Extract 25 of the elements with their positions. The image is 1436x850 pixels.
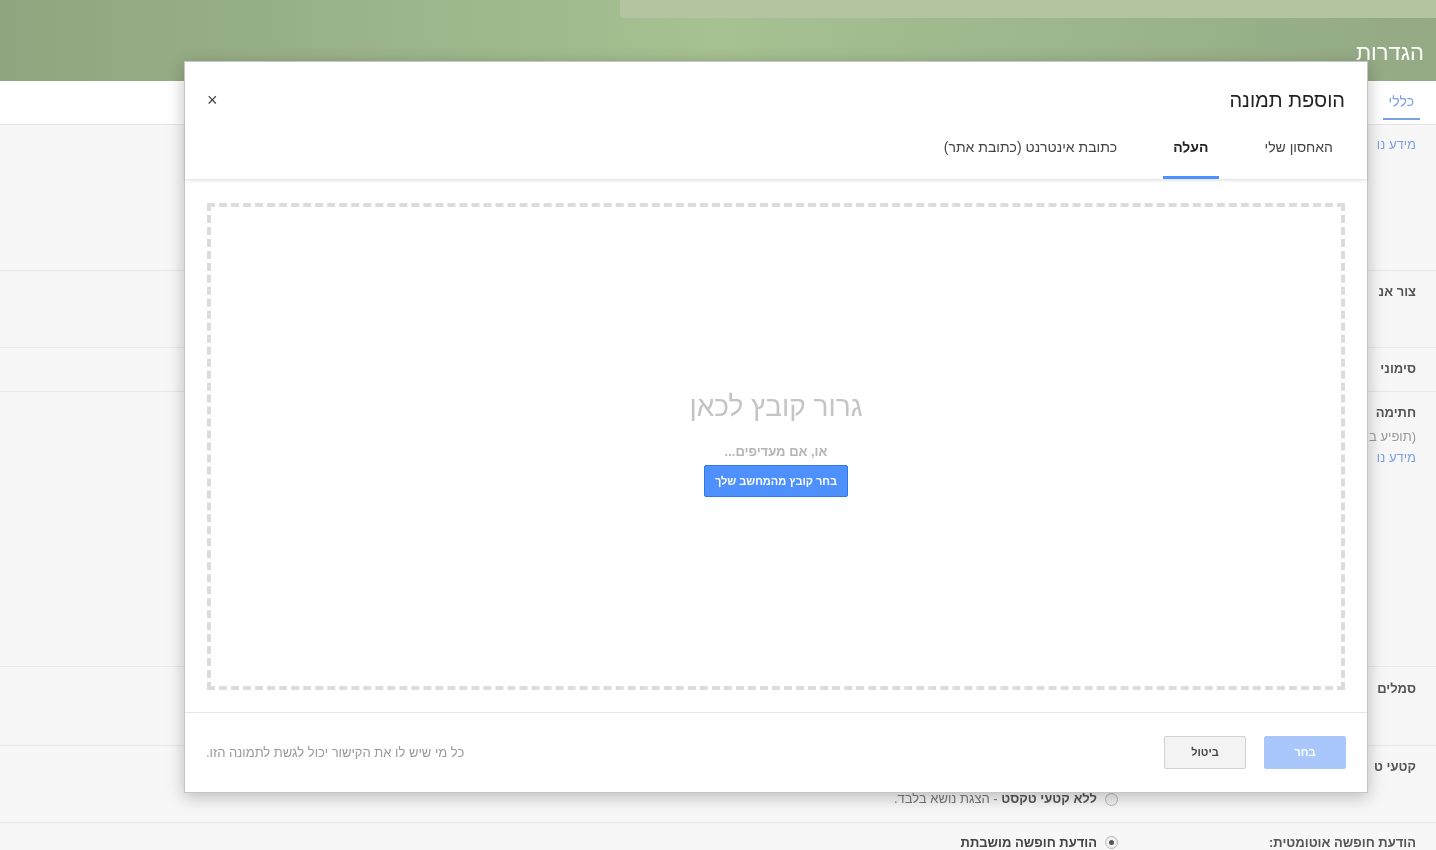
dialog-tab[interactable]: כתובת אינטרנט (כתובת אתר) xyxy=(933,137,1128,179)
choose-file-button[interactable]: בחר קובץ מהמחשב שלך xyxy=(703,465,849,498)
dialog-tab[interactable]: האחסון שלי xyxy=(1254,137,1343,179)
sharing-note: כל מי שיש לו את הקישור יכול לגשת לתמונה הזו. xyxy=(206,743,465,762)
alternative-hint: או, אם מעדיפים... xyxy=(724,442,828,461)
option-label: הודעת חופשה מושבתת xyxy=(960,833,1097,850)
close-button[interactable]: × xyxy=(207,91,218,109)
setting-label: צור אנ xyxy=(1378,284,1416,300)
setting-label: הודעת חופשה אוטומטית: xyxy=(1268,833,1416,850)
setting-label: (תופיע ב xyxy=(1369,429,1416,445)
drop-heading: גרור קובץ לכאן xyxy=(689,389,863,424)
option-label: ללא קטעי טקסט - הצגת נושא בלבד. xyxy=(893,790,1097,809)
learn-more-link[interactable]: מידע נו xyxy=(1376,137,1416,153)
radio-button[interactable] xyxy=(1105,836,1118,849)
setting-label: קטעי ט xyxy=(1374,759,1416,775)
page-title: הגדרות xyxy=(1355,39,1424,67)
learn-more-link[interactable]: מידע נו xyxy=(1376,450,1416,466)
setting-label: סמלים xyxy=(1377,681,1416,697)
dialog-title: הוספת תמונה xyxy=(1229,88,1345,113)
setting-label: סימוני xyxy=(1380,361,1416,377)
settings-tab[interactable]: כללי xyxy=(1382,85,1420,120)
cancel-button[interactable]: ביטול xyxy=(1164,736,1246,769)
dialog-tab[interactable]: העלה xyxy=(1163,137,1219,179)
setting-label: חתימה xyxy=(1375,405,1416,421)
drop-zone[interactable]: גרור קובץ לכאן או, אם מעדיפים... בחר קובץ מהמחשב שלך xyxy=(207,203,1345,690)
